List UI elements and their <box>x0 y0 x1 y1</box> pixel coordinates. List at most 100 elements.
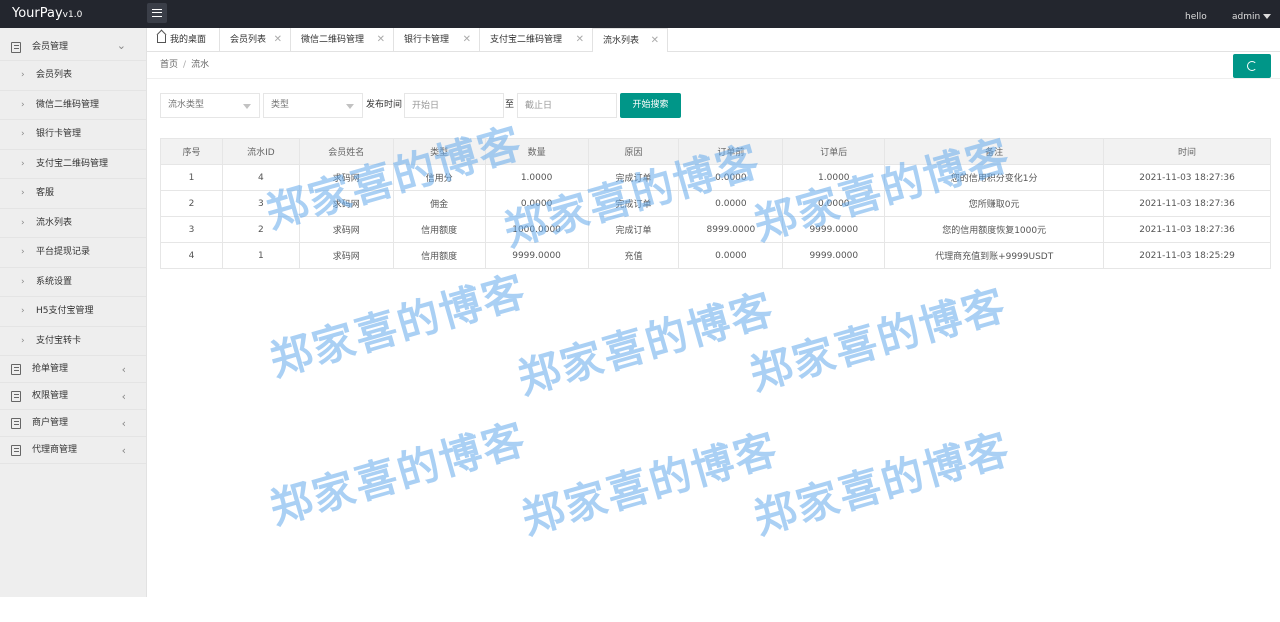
sidebar-group-orders[interactable]: 抢单管理 ‹ <box>0 356 146 383</box>
sidebar-item-member-list[interactable]: › 会员列表 <box>0 61 146 91</box>
tab-label: 我的桌面 <box>170 35 207 45</box>
chevron-left-icon: ‹ <box>121 417 126 430</box>
close-icon[interactable]: ✕ <box>377 28 385 52</box>
sidebar-item-label: H5支付宝管理 <box>36 306 94 316</box>
sidebar-group-agents[interactable]: 代理商管理 ‹ <box>0 437 146 464</box>
tab-flow-list[interactable]: 流水列表 ✕ <box>593 28 668 52</box>
end-date-input[interactable] <box>517 93 617 118</box>
table-cell: 0.0000 <box>484 190 589 217</box>
close-icon[interactable]: ✕ <box>651 29 659 53</box>
tab-desktop[interactable]: 我的桌面 <box>147 28 220 52</box>
table-cell: 完成订单 <box>587 216 680 243</box>
table-cell: 完成订单 <box>587 190 680 217</box>
column-header: 原因 <box>587 138 680 165</box>
sidebar-item-label: 会员列表 <box>36 70 73 80</box>
table-cell: 1.0000 <box>782 164 886 191</box>
sidebar-item-label: 银行卡管理 <box>36 129 82 139</box>
table-cell: 9999.0000 <box>782 242 886 269</box>
table-header-row: 序号 流水ID 会员姓名 类型 数量 原因 订单前 订单后 备注 时间 <box>160 138 1271 165</box>
tab-bar: 我的桌面 会员列表 ✕ 微信二维码管理 ✕ 银行卡管理 ✕ 支付宝二维码管理 ✕ 流水列… <box>147 28 1280 52</box>
tab-member-list[interactable]: 会员列表 ✕ <box>220 28 291 52</box>
sidebar-item-flow-list[interactable]: › 流水列表 <box>0 209 146 238</box>
table-cell: 充值 <box>587 242 680 269</box>
column-header: 序号 <box>160 138 223 165</box>
tab-wechat-qr[interactable]: 微信二维码管理 ✕ <box>291 28 394 52</box>
close-icon[interactable]: ✕ <box>576 28 584 52</box>
document-icon <box>11 42 21 53</box>
refresh-button[interactable] <box>1233 54 1271 78</box>
chevron-left-icon: ‹ <box>121 390 126 403</box>
chevron-right-icon: › <box>21 276 25 287</box>
sidebar-group-permissions[interactable]: 权限管理 ‹ <box>0 383 146 410</box>
watermark-text: 郑家喜的博客 <box>512 283 780 404</box>
breadcrumb-home[interactable]: 首页 <box>160 60 178 70</box>
chevron-right-icon: › <box>21 129 25 139</box>
table-cell: 代理商充值到账+9999USDT <box>884 242 1105 269</box>
start-date-input[interactable] <box>404 93 504 118</box>
table-row: 2 3 求码网 佣金 0.0000 完成订单 0.0000 0.0000 您所赚… <box>160 190 1271 217</box>
sidebar-group-members[interactable]: 会员管理 ⌄ <box>0 28 146 61</box>
flow-type-select[interactable]: 流水类型 <box>160 93 260 118</box>
sidebar-item-wechat-qr[interactable]: › 微信二维码管理 <box>0 91 146 120</box>
column-header: 订单后 <box>782 138 886 165</box>
table-cell: 您的信用积分变化1分 <box>884 164 1105 191</box>
watermark-text: 郑家喜的博客 <box>748 423 1016 544</box>
table-cell: 佣金 <box>392 190 486 217</box>
sidebar-item-customer-service[interactable]: › 客服 <box>0 179 146 209</box>
chevron-left-icon: ‹ <box>121 444 126 457</box>
publish-time-label: 发布时间 <box>366 100 403 110</box>
sidebar-item-bank-card[interactable]: › 银行卡管理 <box>0 120 146 150</box>
breadcrumb-separator: / <box>183 60 187 70</box>
sidebar-item-alipay-to-card[interactable]: › 支付宝转卡 <box>0 327 146 356</box>
chevron-down-icon <box>346 104 354 109</box>
table-cell: 1 <box>221 242 300 269</box>
tab-alipay-qr[interactable]: 支付宝二维码管理 ✕ <box>480 28 593 52</box>
table-cell: 1.0000 <box>484 164 589 191</box>
table-cell: 求码网 <box>298 216 394 243</box>
tab-bank-card[interactable]: 银行卡管理 ✕ <box>394 28 480 52</box>
breadcrumb-current: 流水 <box>191 60 210 70</box>
close-icon[interactable]: ✕ <box>463 28 471 52</box>
column-header: 流水ID <box>221 138 300 165</box>
sidebar-item-label: 平台提现记录 <box>36 247 91 257</box>
sidebar-group-label: 权限管理 <box>32 391 69 401</box>
table-cell: 2021-11-03 18:27:36 <box>1103 164 1271 191</box>
sidebar-item-label: 系统设置 <box>36 276 73 287</box>
column-header: 类型 <box>392 138 486 165</box>
sidebar-item-alipay-qr[interactable]: › 支付宝二维码管理 <box>0 150 146 179</box>
document-icon <box>11 364 21 375</box>
breadcrumb: 首页 / 流水 <box>147 52 1280 79</box>
menu-toggle-button[interactable] <box>147 3 167 23</box>
watermark-text: 郑家喜的博客 <box>516 423 784 544</box>
chevron-right-icon: › <box>21 306 25 316</box>
table-row: 1 4 求码网 信用分 1.0000 完成订单 0.0000 1.0000 您的… <box>160 164 1271 191</box>
close-icon[interactable]: ✕ <box>274 28 282 52</box>
watermark-text: 郑家喜的博客 <box>744 279 1012 400</box>
table-cell: 您所赚取0元 <box>884 190 1105 217</box>
user-name: admin <box>1232 12 1261 22</box>
column-header: 时间 <box>1103 138 1271 165</box>
table-cell: 2021-11-03 18:27:36 <box>1103 216 1271 243</box>
table-cell: 8999.0000 <box>678 216 784 243</box>
table-cell: 1 <box>160 164 223 191</box>
document-icon <box>11 445 21 456</box>
document-icon <box>11 391 21 402</box>
sidebar-item-label: 支付宝转卡 <box>36 335 82 346</box>
tab-label: 支付宝二维码管理 <box>490 35 563 45</box>
sidebar-item-withdraw-records[interactable]: › 平台提现记录 <box>0 238 146 268</box>
sidebar-group-merchants[interactable]: 商户管理 ‹ <box>0 410 146 437</box>
type-select[interactable]: 类型 <box>263 93 363 118</box>
table-row: 4 1 求码网 信用额度 9999.0000 充值 0.0000 9999.00… <box>160 242 1271 269</box>
table-cell: 0.0000 <box>678 190 784 217</box>
chevron-right-icon: › <box>21 247 25 257</box>
sidebar-item-system-settings[interactable]: › 系统设置 <box>0 268 146 297</box>
sidebar-item-h5-alipay[interactable]: › H5支付宝管理 <box>0 297 146 327</box>
chevron-left-icon: ‹ <box>121 363 126 376</box>
tab-label: 流水列表 <box>603 36 640 46</box>
chevron-down-icon <box>243 104 251 109</box>
sidebar-group-label: 商户管理 <box>32 418 69 428</box>
column-header: 会员姓名 <box>298 138 394 165</box>
search-button[interactable]: 开始搜索 <box>620 93 681 118</box>
table-cell: 4 <box>221 164 300 191</box>
chevron-right-icon: › <box>21 99 25 110</box>
